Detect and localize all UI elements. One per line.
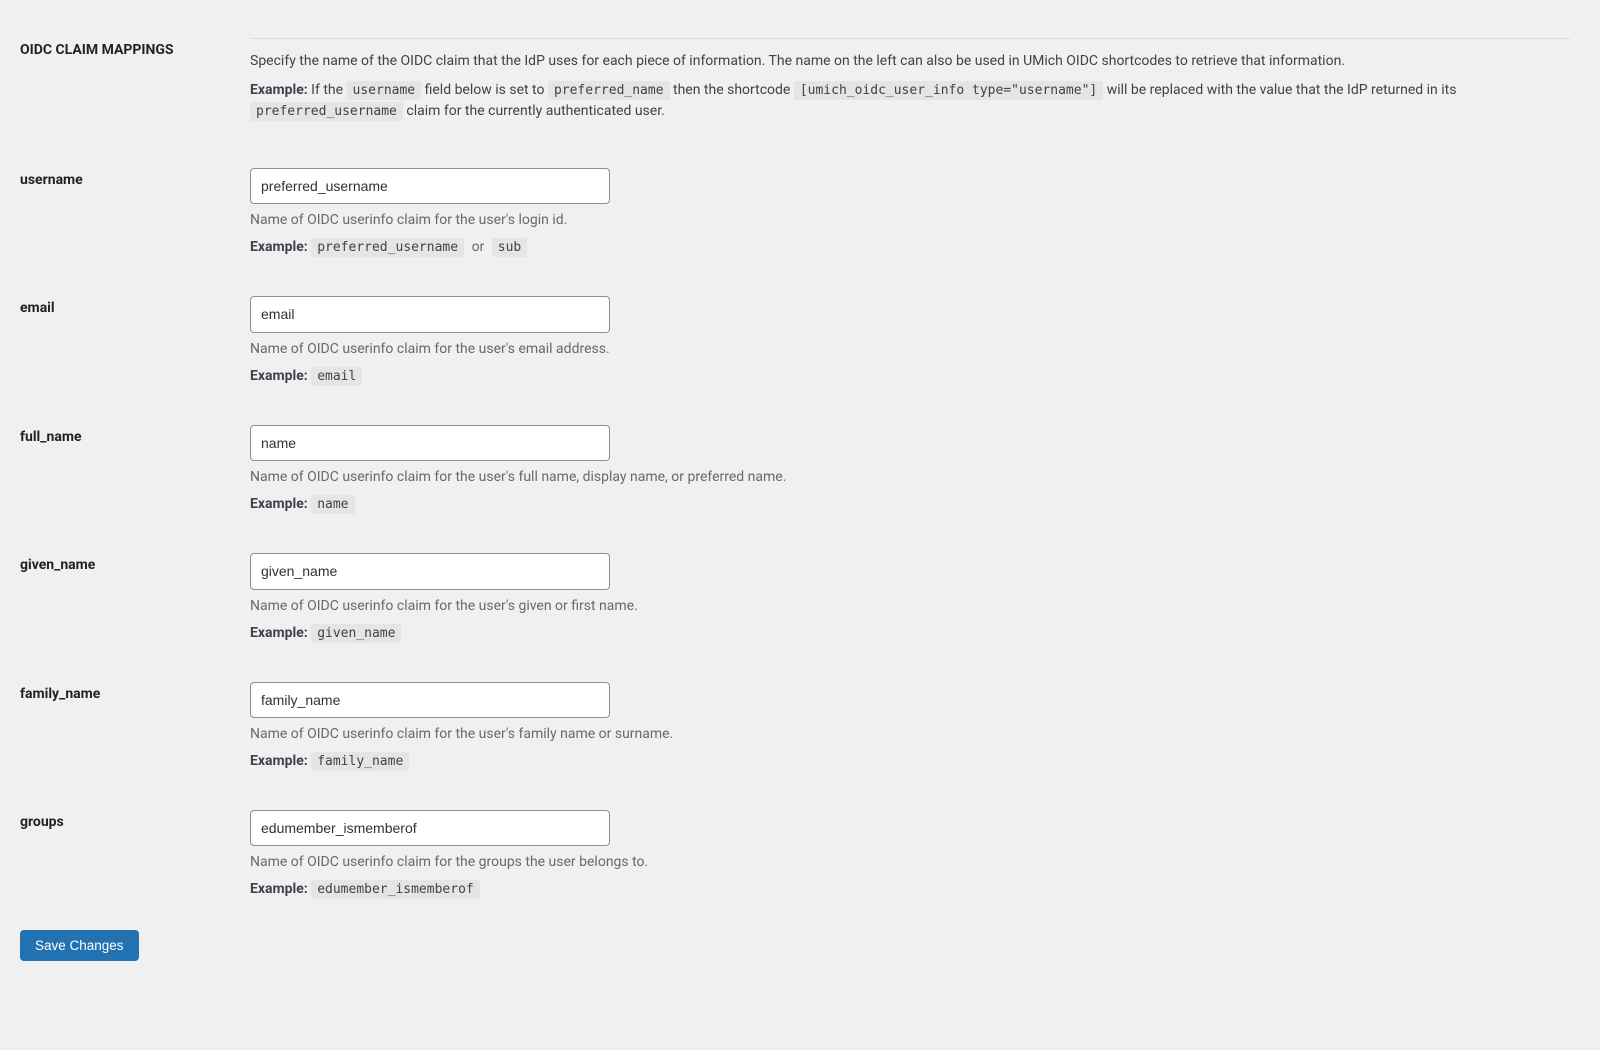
- family-name-example: Example: family_name: [250, 751, 1570, 772]
- groups-example: Example: edumember_ismemberof: [250, 879, 1570, 900]
- groups-help: Name of OIDC userinfo claim for the grou…: [250, 852, 1570, 873]
- family-name-example-code: family_name: [311, 752, 409, 771]
- username-input[interactable]: [250, 168, 610, 204]
- family-name-label: family_name: [20, 686, 100, 702]
- full-name-example-code: name: [311, 495, 354, 514]
- section-title: OIDC CLAIM MAPPINGS: [20, 42, 174, 58]
- intro-code-shortcode: [umich_oidc_user_info type="username"]: [794, 81, 1103, 100]
- save-changes-button[interactable]: Save Changes: [20, 930, 139, 961]
- section-divider: [250, 38, 1570, 39]
- username-example-code-1: preferred_username: [311, 238, 464, 257]
- email-help: Name of OIDC userinfo claim for the user…: [250, 339, 1570, 360]
- username-help: Name of OIDC userinfo claim for the user…: [250, 210, 1570, 231]
- section-intro: Specify the name of the OIDC claim that …: [250, 20, 1580, 150]
- email-input[interactable]: [250, 296, 610, 332]
- intro-code-preferred-name: preferred_name: [548, 81, 670, 100]
- intro-paragraph-2: Example: If the username field below is …: [250, 80, 1570, 122]
- username-example-code-2: sub: [492, 238, 527, 257]
- full-name-input[interactable]: [250, 425, 610, 461]
- family-name-help: Name of OIDC userinfo claim for the user…: [250, 724, 1570, 745]
- full-name-help: Name of OIDC userinfo claim for the user…: [250, 467, 1570, 488]
- example-label: Example:: [250, 82, 308, 98]
- given-name-example-code: given_name: [311, 624, 401, 643]
- full-name-example: Example: name: [250, 494, 1570, 515]
- given-name-help: Name of OIDC userinfo claim for the user…: [250, 596, 1570, 617]
- username-label: username: [20, 172, 83, 188]
- email-example: Example: email: [250, 366, 1570, 387]
- groups-label: groups: [20, 814, 64, 830]
- groups-example-code: edumember_ismemberof: [311, 880, 480, 899]
- given-name-example: Example: given_name: [250, 623, 1570, 644]
- intro-code-claim: preferred_username: [250, 102, 403, 121]
- intro-paragraph-1: Specify the name of the OIDC claim that …: [250, 51, 1570, 72]
- email-example-code: email: [311, 367, 362, 386]
- full-name-label: full_name: [20, 429, 82, 445]
- family-name-input[interactable]: [250, 682, 610, 718]
- email-label: email: [20, 300, 55, 316]
- given-name-input[interactable]: [250, 553, 610, 589]
- intro-code-username: username: [347, 81, 422, 100]
- username-example: Example: preferred_username or sub: [250, 237, 1570, 258]
- given-name-label: given_name: [20, 557, 95, 573]
- groups-input[interactable]: [250, 810, 610, 846]
